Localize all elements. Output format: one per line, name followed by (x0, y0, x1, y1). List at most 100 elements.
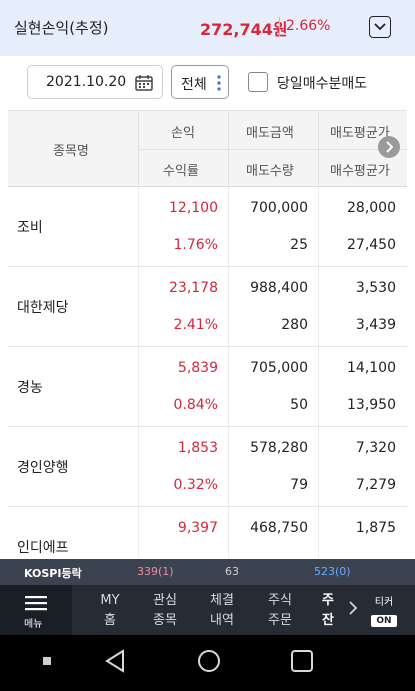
column-divider (138, 267, 139, 347)
header-name: 종목명 (53, 144, 89, 159)
same-day-label[interactable]: 당일매수분매도 (277, 73, 367, 93)
nav-my-home[interactable]: MY 홈 (90, 591, 130, 631)
chevron-right-icon[interactable] (348, 600, 358, 616)
summary-amount: 272,744원 (200, 20, 288, 39)
ticker-toggle-state: ON (371, 615, 397, 627)
summary-percent: 2.66% (286, 18, 331, 34)
scope-value: 전체 (181, 77, 207, 93)
column-divider (318, 427, 319, 507)
column-divider (318, 347, 319, 427)
more-vertical-icon (217, 75, 221, 91)
rate-value: 0.84% (173, 397, 218, 413)
realized-pl-table[interactable]: 종목명 손익 매도금액 매도평균가 수익률 매도수량 매수평균가 조비 12,10… (8, 110, 407, 558)
column-divider (228, 347, 229, 427)
header-sell-qty: 매도수량 (246, 164, 294, 179)
table-row[interactable]: 경농 5,839 705,000 14,100 0.84% 50 13,950 (8, 347, 407, 427)
nav-stock-order-line1: 주식 (268, 593, 292, 608)
buy-avg-value: 3,439 (355, 317, 396, 333)
bottom-nav: 메뉴 MY 홈 관심 종목 체결 내역 주식 주문 주 잔 티커 ON (0, 585, 415, 635)
date-picker[interactable]: 2021.10.20 (27, 65, 163, 99)
summary-expand-button[interactable] (369, 16, 391, 38)
header-sell-amount: 매도금액 (246, 126, 294, 141)
header-rate: 수익률 (163, 164, 199, 179)
ticker-label: KOSPI등락 (24, 567, 82, 580)
column-divider (138, 507, 139, 558)
column-divider (318, 507, 319, 558)
sell-amount-value: 705,000 (250, 360, 308, 376)
stock-name: 대한제당 (17, 300, 69, 316)
nav-watchlist-line1: 관심 (153, 593, 177, 608)
ticker-toggle-label: 티커 (374, 597, 394, 608)
sell-amount-value: 578,280 (250, 440, 308, 456)
column-divider (138, 427, 139, 507)
column-divider (228, 187, 229, 267)
profit-value: 1,853 (177, 440, 218, 456)
profit-value: 9,397 (177, 520, 218, 536)
sell-qty-value: 280 (281, 317, 308, 333)
column-divider (318, 187, 319, 267)
profit-value: 12,100 (169, 200, 218, 216)
sell-amount-value: 700,000 (250, 200, 308, 216)
stock-name: 경농 (17, 380, 43, 396)
ticker-up: 339(1) (137, 565, 174, 578)
realized-pl-summary: 실현손익(추정) 272,744원 2.66% (0, 0, 415, 56)
recents-icon[interactable] (290, 649, 314, 673)
menu-button[interactable]: 메뉴 (0, 585, 72, 635)
summary-label: 실현손익(추정) (14, 19, 109, 37)
header-profit: 손익 (171, 126, 195, 141)
hamburger-icon (25, 596, 47, 611)
buy-avg-value: 27,450 (347, 237, 396, 253)
table-header: 종목명 손익 매도금액 매도평균가 수익률 매도수량 매수평균가 (8, 111, 407, 187)
table-row[interactable]: 조비 12,100 700,000 28,000 1.76% 25 27,450 (8, 187, 407, 267)
scope-select[interactable]: 전체 (171, 65, 229, 99)
ticker-toggle[interactable]: 티커 ON (366, 593, 402, 627)
nav-watchlist-line2: 종목 (153, 613, 177, 628)
sell-qty-value: 79 (290, 477, 308, 493)
chevron-right-icon (386, 141, 393, 153)
table-row[interactable]: 인디에프 9,397 468,750 1,875 (8, 507, 407, 558)
stock-name: 인디에프 (17, 540, 69, 556)
square-small-icon[interactable] (42, 656, 52, 666)
calendar-icon (135, 75, 153, 91)
home-icon[interactable] (197, 649, 221, 673)
nav-watchlist[interactable]: 관심 종목 (145, 591, 185, 631)
market-ticker[interactable]: KOSPI등락 339(1) 63 523(0) (0, 559, 415, 585)
nav-stock-order-line2: 주문 (268, 613, 292, 628)
scroll-columns-button[interactable] (378, 136, 400, 158)
sell-qty-value: 25 (290, 237, 308, 253)
nav-stock-order[interactable]: 주식 주문 (260, 591, 300, 631)
column-divider (228, 267, 229, 347)
buy-avg-value: 7,279 (355, 477, 396, 493)
stock-name: 경인양행 (17, 460, 69, 476)
column-divider (138, 347, 139, 427)
ticker-down: 523(0) (314, 565, 351, 578)
nav-executions-line2: 내역 (210, 613, 234, 628)
sell-avg-value: 14,100 (347, 360, 396, 376)
system-nav-bar (0, 635, 415, 691)
sell-avg-value: 28,000 (347, 200, 396, 216)
stock-name: 조비 (17, 220, 43, 236)
rate-value: 2.41% (173, 317, 218, 333)
filter-bar: 2021.10.20 전체 당일매수분매도 (0, 56, 415, 110)
nav-executions-line1: 체결 (210, 593, 234, 608)
date-value: 2021.10.20 (46, 74, 127, 90)
table-row[interactable]: 대한제당 23,178 988,400 3,530 2.41% 280 3,439 (8, 267, 407, 347)
rate-value: 0.32% (173, 477, 218, 493)
nav-balance[interactable]: 주 잔 (313, 591, 343, 631)
profit-value: 23,178 (169, 280, 218, 296)
ticker-flat: 63 (225, 565, 239, 578)
nav-executions[interactable]: 체결 내역 (202, 591, 242, 631)
chevron-down-icon (374, 23, 386, 31)
nav-balance-line2: 잔 (322, 613, 334, 628)
sell-qty-value: 50 (290, 397, 308, 413)
column-divider (228, 427, 229, 507)
same-day-checkbox[interactable] (248, 72, 268, 92)
column-divider (138, 187, 139, 267)
menu-label: 메뉴 (24, 619, 43, 630)
sell-amount-value: 468,750 (250, 520, 308, 536)
table-row[interactable]: 경인양행 1,853 578,280 7,320 0.32% 79 7,279 (8, 427, 407, 507)
rate-value: 1.76% (173, 237, 218, 253)
back-icon[interactable] (104, 649, 126, 673)
column-divider (228, 507, 229, 558)
summary-divider (279, 17, 280, 37)
